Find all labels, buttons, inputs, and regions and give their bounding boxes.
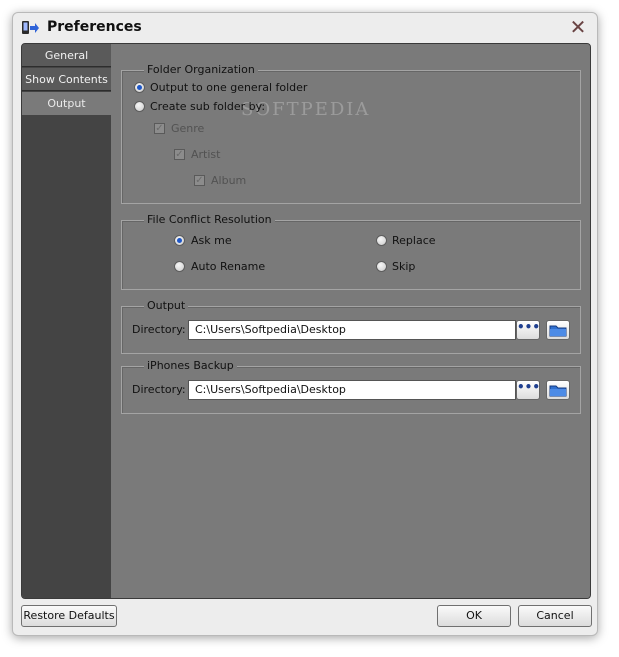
backup-browse-button[interactable]: ••• [516,380,540,400]
file-conflict-legend: File Conflict Resolution [144,213,275,227]
window-title: Preferences [47,19,142,35]
skip-label[interactable]: Skip [392,260,415,273]
auto-rename-label[interactable]: Auto Rename [191,260,265,273]
ask-me-radio[interactable] [174,235,185,246]
auto-rename-radio[interactable] [174,261,185,272]
artist-label: Artist [191,148,221,161]
album-label: Album [211,174,247,187]
sidebar-item-general[interactable]: General [22,44,111,67]
genre-label: Genre [171,122,205,135]
output-legend: Output [144,299,189,313]
skip-radio[interactable] [376,261,387,272]
output-open-folder-button[interactable] [546,320,570,340]
folder-organization-legend: Folder Organization [144,63,258,77]
genre-checkbox[interactable]: ✓ [154,123,165,134]
backup-directory-label: Directory: [132,383,186,396]
create-subfolder-label[interactable]: Create sub folder by: [150,100,265,113]
ok-button[interactable]: OK [437,605,511,627]
backup-directory-input[interactable]: C:\Users\Softpedia\Desktop [188,380,516,400]
output-general-radio[interactable] [134,82,145,93]
sidebar-item-output[interactable]: Output [22,92,111,115]
backup-open-folder-button[interactable] [546,380,570,400]
replace-radio[interactable] [376,235,387,246]
sidebar-item-show-contents[interactable]: Show Contents [22,68,111,91]
title-bar: Preferences ✕ [13,13,597,43]
folder-icon [549,385,567,397]
output-browse-button[interactable]: ••• [516,320,540,340]
output-group: Output Directory: C:\Users\Softpedia\Des… [121,299,581,354]
artist-checkbox[interactable]: ✓ [174,149,185,160]
sidebar: General Show Contents Output [22,44,111,598]
output-settings-panel: SOFTPEDIA Folder Organization Output to … [111,44,590,598]
replace-label[interactable]: Replace [392,234,436,247]
ask-me-label[interactable]: Ask me [191,234,232,247]
output-general-label[interactable]: Output to one general folder [150,81,307,94]
output-directory-label: Directory: [132,323,186,336]
create-subfolder-radio[interactable] [134,101,145,112]
file-conflict-group: File Conflict Resolution Ask me Replace … [121,213,581,290]
cancel-button[interactable]: Cancel [518,605,592,627]
iphones-backup-group: iPhones Backup Directory: C:\Users\Softp… [121,359,581,414]
content-frame: General Show Contents Output SOFTPEDIA F… [21,43,591,599]
app-transfer-icon [21,20,39,36]
iphones-backup-legend: iPhones Backup [144,359,237,373]
album-checkbox[interactable]: ✓ [194,175,205,186]
preferences-window: Preferences ✕ General Show Contents Outp… [12,12,598,636]
folder-organization-group: Folder Organization Output to one genera… [121,63,581,204]
restore-defaults-button[interactable]: Restore Defaults [21,605,117,627]
output-directory-input[interactable]: C:\Users\Softpedia\Desktop [188,320,516,340]
folder-icon [549,325,567,337]
close-icon[interactable]: ✕ [567,16,589,38]
